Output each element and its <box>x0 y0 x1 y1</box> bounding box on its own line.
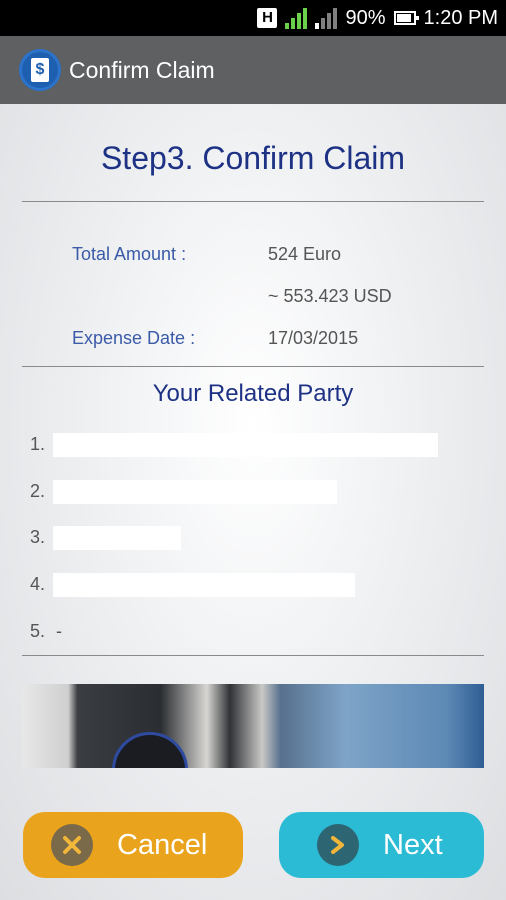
divider <box>22 366 484 367</box>
dollar-icon: $ <box>31 58 49 82</box>
battery-percent: 90% <box>345 6 386 29</box>
expense-date-value: 17/03/2015 <box>268 328 359 348</box>
divider <box>22 655 484 656</box>
battery-icon <box>393 11 419 25</box>
status-icons: H 90% 1:20 PM <box>257 0 498 36</box>
cancel-button[interactable]: Cancel <box>23 812 243 878</box>
party-number: 4. <box>30 574 46 594</box>
converted-amount-value: ~ 553.423 USD <box>268 286 392 306</box>
expense-date-label: Expense Date : <box>72 328 196 348</box>
chevron-right-icon <box>317 824 359 866</box>
close-icon <box>51 824 93 866</box>
next-button[interactable]: Next <box>279 812 484 878</box>
claim-document-icon[interactable]: $ <box>19 49 61 91</box>
related-party-title: Your Related Party <box>152 380 354 407</box>
party-name-redacted <box>53 573 355 597</box>
total-amount-label: Total Amount : <box>72 244 187 264</box>
network-type-badge: H <box>257 8 278 28</box>
action-bar: $ Confirm Claim <box>0 36 506 104</box>
party-name-redacted <box>53 433 438 457</box>
status-bar: H 90% 1:20 PM <box>0 0 506 36</box>
action-bar-title: Confirm Claim <box>69 56 215 83</box>
clock: 1:20 PM <box>423 6 498 29</box>
party-name-redacted <box>53 526 181 550</box>
cancel-button-label: Cancel <box>117 828 208 861</box>
party-number: 2. <box>30 481 46 501</box>
divider <box>22 201 484 202</box>
total-amount-value: 524 Euro <box>268 244 342 264</box>
party-name-redacted <box>53 480 337 504</box>
next-button-label: Next <box>383 828 443 861</box>
dashboard-gauge <box>112 732 188 768</box>
main-content: Step3. Confirm Claim Total Amount : 524 … <box>0 104 506 900</box>
party-number: 5. <box>30 621 46 641</box>
party-name: - <box>56 621 62 641</box>
party-number: 1. <box>30 434 46 454</box>
receipt-photo[interactable] <box>22 684 484 768</box>
party-number: 3. <box>30 527 46 547</box>
page-title: Step3. Confirm Claim <box>100 140 406 176</box>
signal-icon <box>315 7 338 29</box>
signal-icon <box>285 7 308 29</box>
